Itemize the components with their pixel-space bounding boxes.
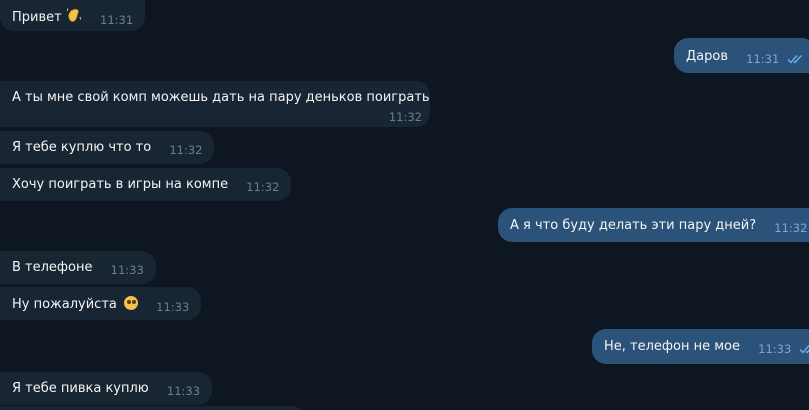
message-time: 11:33	[758, 342, 792, 356]
message-time: 11:31	[100, 13, 134, 27]
chat-history[interactable]: Привет 11:31 Даров 11:31 А ты мне свой к…	[0, 0, 809, 410]
message-time: 11:32	[774, 221, 808, 235]
message-text: А ты мне свой комп можешь дать на пару д…	[12, 90, 430, 105]
message-incoming-partial[interactable]	[0, 406, 306, 410]
message-time: 11:32	[246, 180, 280, 194]
message-incoming[interactable]: Привет 11:31	[0, 0, 146, 31]
message-text: Я тебе куплю что то	[12, 140, 152, 155]
message-incoming[interactable]: Ну пожалуйста 11:33	[0, 287, 202, 320]
message-incoming[interactable]: В телефоне 11:33	[0, 251, 156, 284]
message-text: Не, телефон не мое	[604, 339, 741, 354]
message-incoming[interactable]: Я тебе куплю что то 11:32	[0, 131, 215, 164]
message-time: 11:31	[746, 52, 780, 66]
message-outgoing[interactable]: Не, телефон не мое 11:33	[592, 329, 809, 364]
message-text: Даров	[686, 49, 728, 64]
message-time: 11:32	[388, 110, 422, 124]
double-check-icon	[799, 344, 809, 354]
message-time: 11:33	[110, 263, 144, 277]
message-text: Привет	[12, 10, 62, 25]
message-time: 11:32	[169, 143, 203, 157]
message-outgoing[interactable]: Даров 11:31	[674, 38, 809, 73]
double-check-icon	[787, 54, 804, 64]
message-time: 11:33	[156, 300, 190, 314]
message-text: А я что буду делать эти пару дней?	[510, 218, 757, 233]
message-time: 11:33	[166, 384, 201, 398]
message-incoming[interactable]: Я тебе пивка куплю 11:33	[0, 372, 213, 405]
message-incoming[interactable]: А ты мне свой комп можешь дать на пару д…	[0, 81, 430, 127]
wave-icon	[66, 7, 82, 23]
message-text: Ну пожалуйста	[12, 297, 117, 312]
pleading-face-icon	[124, 296, 139, 310]
message-text: Хочу поиграть в игры на компе	[12, 177, 229, 192]
message-incoming[interactable]: Хочу поиграть в игры на компе 11:32	[0, 168, 292, 201]
message-outgoing[interactable]: А я что буду делать эти пару дней? 11:32	[498, 208, 809, 242]
message-text: Я тебе пивка куплю	[12, 381, 149, 396]
message-text: В телефоне	[12, 260, 93, 275]
